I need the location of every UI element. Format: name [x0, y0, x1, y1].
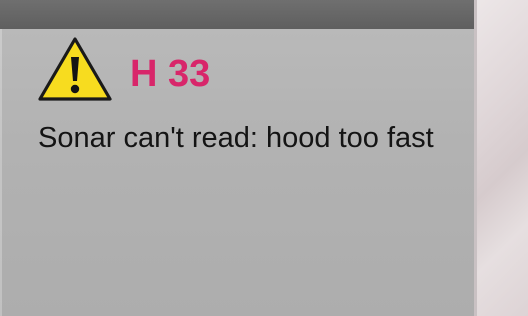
alert-message: Sonar can't read: hood too fast [38, 122, 434, 154]
header-bar [0, 0, 474, 29]
background-edge [474, 0, 528, 316]
alert-code: H 33 [130, 53, 211, 95]
warning-triangle-icon [38, 37, 112, 101]
